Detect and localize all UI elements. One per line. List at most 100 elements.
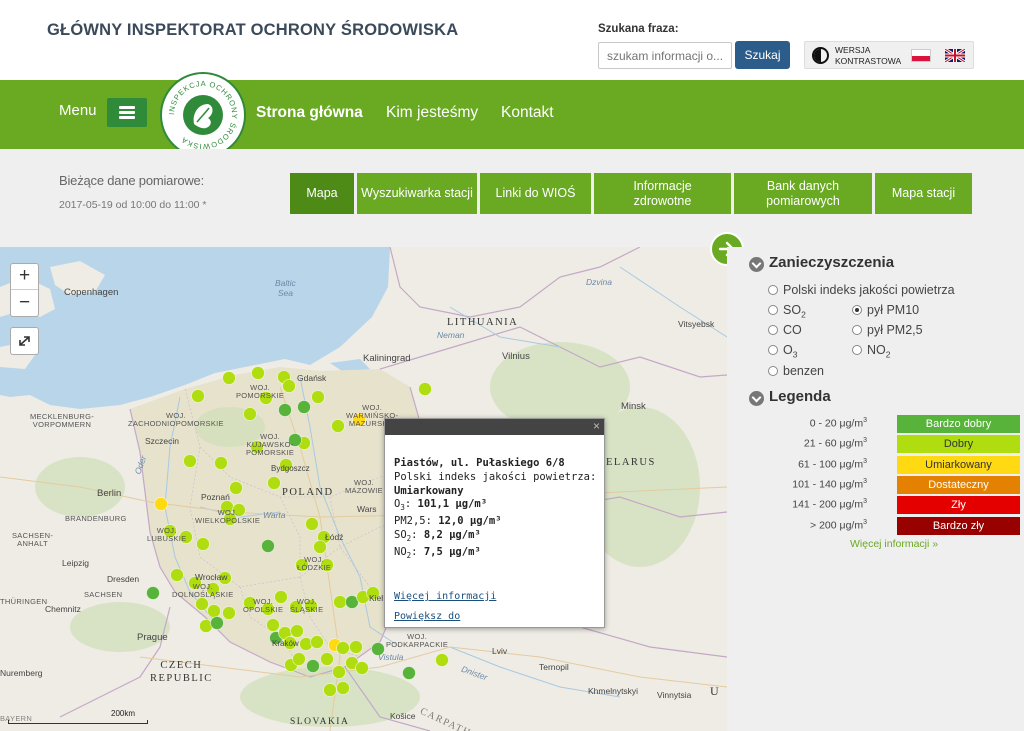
station-marker[interactable] [154, 497, 168, 511]
station-marker[interactable] [336, 681, 350, 695]
station-marker[interactable] [418, 382, 432, 396]
label-woj-lodzkie: WOJ. ŁÓDZKIE [297, 555, 332, 572]
station-marker[interactable] [290, 624, 304, 638]
station-marker[interactable] [229, 481, 243, 495]
legend-more-info-link[interactable]: Więcej informacji » [850, 538, 938, 550]
station-marker[interactable] [243, 407, 257, 421]
radio-co[interactable]: CO [768, 323, 802, 337]
tab-station-map[interactable]: Mapa stacji [875, 173, 972, 214]
station-marker[interactable] [267, 476, 281, 490]
station-marker[interactable] [336, 641, 350, 655]
scale-bar: 200km [8, 709, 148, 726]
station-marker[interactable] [261, 539, 275, 553]
nav-home[interactable]: Strona główna [256, 104, 363, 122]
popup-row-no2: NO2: 7,5 μg/m³ [394, 545, 481, 561]
station-marker[interactable] [170, 568, 184, 582]
station-marker[interactable] [311, 390, 325, 404]
tab-station-search[interactable]: Wyszukiwarka stacji [357, 173, 477, 214]
popup-zoom-to-link[interactable]: Powiększ do [394, 611, 460, 622]
radio-benzene[interactable]: benzen [768, 364, 824, 378]
radio-pm10[interactable]: pył PM10 [852, 303, 919, 317]
label-warszawa: Wars [357, 504, 377, 514]
radio-o3[interactable]: O3 [768, 343, 797, 360]
station-marker[interactable] [183, 454, 197, 468]
station-marker[interactable] [207, 604, 221, 618]
tab-data-bank[interactable]: Bank danych pomiarowych [734, 173, 872, 214]
station-marker[interactable] [222, 606, 236, 620]
label-woj-dolnoslaskie: WOJ. DOLNOŚLĄSKIE [172, 582, 234, 599]
radio-pm25[interactable]: pył PM2,5 [852, 323, 923, 337]
popup-more-info-link[interactable]: Więcej informacji [394, 591, 496, 602]
gios-logo[interactable]: INSPEKCJA OCHRONY ŚRODOWISKA [160, 72, 246, 158]
station-marker[interactable] [196, 537, 210, 551]
station-marker[interactable] [349, 640, 363, 654]
station-marker[interactable] [214, 456, 228, 470]
station-marker[interactable] [435, 653, 449, 667]
label-poland: POLAND [282, 487, 334, 498]
station-marker[interactable] [210, 616, 224, 630]
uk-flag-icon[interactable] [945, 49, 965, 62]
station-marker[interactable] [333, 595, 347, 609]
station-marker[interactable] [146, 586, 160, 600]
air-quality-map[interactable]: Copenhagen Baltic Sea LITHUANIA Kalining… [0, 247, 727, 731]
zoom-out-button[interactable]: − [11, 291, 38, 317]
radio-no2[interactable]: NO2 [852, 343, 890, 360]
label-bydgoszcz: Bydgoszcz [271, 464, 310, 473]
label-kaliningrad: Kaliningrad [363, 353, 411, 364]
contrast-version-link[interactable]: WERSJA KONTRASTOWA [835, 45, 901, 67]
zoom-in-button[interactable]: + [11, 264, 38, 290]
station-marker[interactable] [278, 403, 292, 417]
nav-contact[interactable]: Kontakt [501, 104, 554, 122]
chevron-down-icon[interactable] [749, 257, 764, 272]
menu-label[interactable]: Menu [59, 102, 97, 119]
label-sachsen: SACHSEN [84, 590, 123, 599]
label-lithuania: LITHUANIA [447, 317, 519, 328]
site-title[interactable]: GŁÓWNY INSPEKTORAT OCHRONY ŚRODOWISKA [47, 21, 458, 40]
label-czech-republic: CZECH REPUBLIC [150, 660, 213, 684]
station-marker[interactable] [332, 665, 346, 679]
station-marker[interactable] [282, 379, 296, 393]
station-marker[interactable] [305, 517, 319, 531]
tab-wios-links[interactable]: Linki do WIOŚ [480, 173, 591, 214]
legend-range: 21 - 60 μg/m3 [803, 437, 867, 450]
label-dresden: Dresden [107, 574, 140, 584]
label-kosice: Košice [390, 711, 416, 721]
chevron-down-icon[interactable] [749, 391, 764, 406]
hamburger-menu-button[interactable] [107, 98, 147, 127]
pollution-heading[interactable]: Zanieczyszczenia [769, 254, 894, 271]
contrast-icon[interactable] [812, 47, 829, 64]
close-icon[interactable]: × [593, 419, 600, 433]
popup-station-name: Piastów, ul. Pułaskiego 6/8 [394, 457, 565, 469]
fullscreen-button[interactable] [10, 327, 39, 355]
station-marker[interactable] [306, 659, 320, 673]
station-marker[interactable] [195, 597, 209, 611]
label-lodz: Łódź [325, 532, 344, 542]
label-thuringen: THÜRINGEN [0, 597, 48, 606]
station-marker[interactable] [320, 652, 334, 666]
station-marker[interactable] [266, 618, 280, 632]
station-marker[interactable] [313, 540, 327, 554]
station-marker[interactable] [297, 400, 311, 414]
radio-so2[interactable]: SO2 [768, 303, 806, 320]
legend-range: 61 - 100 μg/m3 [798, 457, 867, 471]
station-marker[interactable] [292, 652, 306, 666]
tab-map[interactable]: Mapa [290, 173, 354, 214]
tab-health-info[interactable]: Informacje zdrowotne [594, 173, 731, 214]
label-lviv: Lviv [492, 646, 508, 656]
label-ternopil: Ternopil [539, 662, 569, 672]
side-panel: Zanieczyszczenia Polski indeks jakości p… [727, 247, 1024, 731]
station-marker[interactable] [251, 366, 265, 380]
search-button[interactable]: Szukaj [735, 41, 790, 69]
legend-heading[interactable]: Legenda [769, 388, 831, 405]
nav-about[interactable]: Kim jesteśmy [386, 104, 478, 122]
station-marker[interactable] [310, 635, 324, 649]
search-input[interactable] [598, 42, 732, 69]
station-marker[interactable] [355, 661, 369, 675]
station-marker[interactable] [331, 419, 345, 433]
station-marker[interactable] [191, 389, 205, 403]
station-marker[interactable] [402, 666, 416, 680]
radio-polish-index[interactable]: Polski indeks jakości powietrza [768, 283, 955, 297]
station-marker[interactable] [222, 371, 236, 385]
pl-flag-icon[interactable] [911, 49, 931, 62]
station-marker[interactable] [323, 683, 337, 697]
